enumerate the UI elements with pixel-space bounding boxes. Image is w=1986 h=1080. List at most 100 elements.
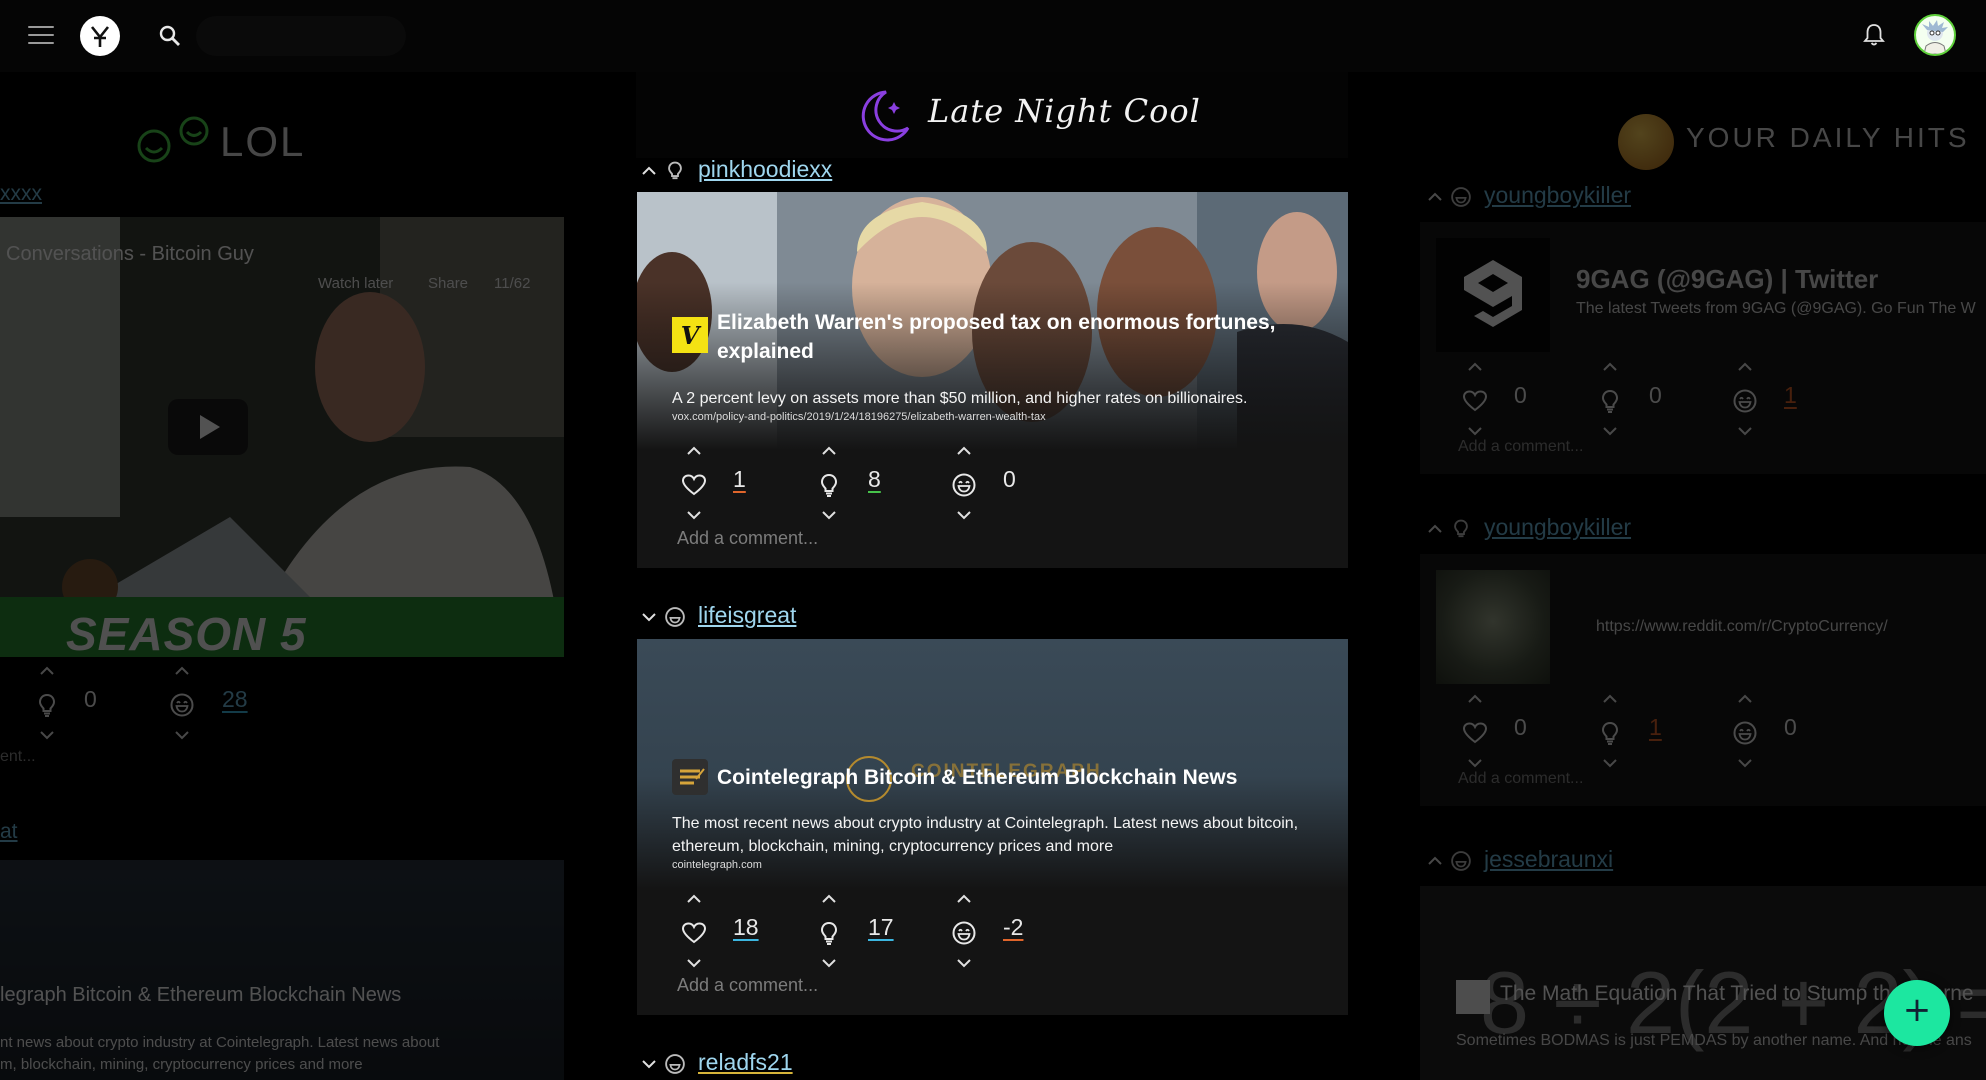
right-2-count-smile: 0 [1784, 714, 1797, 740]
post-2-vote-lightbulb[interactable] [810, 894, 850, 974]
post-1-count-smile: 0 [1003, 466, 1016, 492]
post-2-username[interactable]: lifeisgreat [698, 602, 796, 629]
watch-later-button[interactable]: Watch later [318, 275, 393, 292]
right-column: YOUR DAILY HITS youngboykiller 9GAG (@9G… [1420, 72, 1986, 1080]
post-1-title-line1[interactable]: Elizabeth Warren's proposed tax on enorm… [717, 308, 1275, 337]
play-icon[interactable] [168, 399, 248, 455]
post-2-title[interactable]: Cointelegraph Bitcoin & Ethereum Blockch… [717, 763, 1237, 792]
post-2-count-heart: 18 [733, 914, 759, 940]
post-1-count-lightbulb: 8 [868, 466, 881, 492]
downvote-icon [957, 958, 971, 968]
post-1-vote-lightbulb[interactable] [810, 446, 850, 526]
right-1-count-smile: 1 [1784, 382, 1797, 408]
lol-emoji-icon [137, 116, 209, 163]
lightbulb-icon [816, 920, 842, 946]
post-1-count-heart: 1 [733, 466, 746, 492]
left-news-desc-1: nt news about crypto industry at Cointel… [0, 1034, 440, 1051]
cointelegraph-logo-icon [672, 759, 708, 795]
downvote-icon [687, 510, 701, 520]
right-2-count-heart: 0 [1514, 714, 1527, 740]
sun-icon [1618, 114, 1674, 170]
right-2-vote-heart[interactable] [1456, 694, 1496, 774]
post-2-card[interactable]: COINTELEGRAPH Cointelegraph Bitcoin & Et… [637, 639, 1348, 1015]
heart-icon [681, 472, 707, 498]
add-post-button[interactable]: + [1884, 980, 1950, 1046]
right-1-comment-input[interactable]: Add a comment... [1458, 438, 1583, 456]
playlist-counter: 11/62 [494, 275, 531, 292]
left-vote-count-smile: 28 [222, 686, 248, 712]
downvote-icon [687, 958, 701, 968]
notification-bell-icon[interactable] [1862, 22, 1886, 48]
left-vote-bulb[interactable] [28, 666, 68, 746]
post-1-comment-input[interactable]: Add a comment... [677, 528, 818, 549]
right-1-vote-bulb[interactable] [1591, 362, 1631, 442]
upvote-icon [687, 894, 701, 904]
post-2-comment-input[interactable]: Add a comment... [677, 975, 818, 996]
right-1-vote-smile[interactable] [1726, 362, 1766, 442]
nyt-logo-icon [1456, 980, 1490, 1014]
post-2-link[interactable]: cointelegraph.com [672, 859, 762, 871]
left-column: LOL xxxx Conversations - Bitcoin Guy Wat… [0, 72, 570, 1080]
right-user-3[interactable]: jessebraunxi [1484, 846, 1613, 873]
expand-icon[interactable] [642, 612, 656, 622]
expand-icon[interactable] [642, 1059, 656, 1069]
lightbulb-category-icon [664, 160, 686, 182]
right-card-2[interactable]: https://www.reddit.com/r/CryptoCurrency/… [1420, 554, 1986, 806]
video-title: Conversations - Bitcoin Guy [6, 243, 254, 265]
video-card[interactable]: Conversations - Bitcoin Guy Watch later … [0, 217, 564, 660]
hamburger-menu-icon[interactable] [28, 26, 54, 46]
right-1-vote-heart[interactable] [1456, 362, 1496, 442]
right-card-1-desc: The latest Tweets from 9GAG (@9GAG). Go … [1576, 300, 1976, 317]
left-vote-count-bulb: 0 [84, 686, 97, 712]
right-user-2[interactable]: youngboykiller [1484, 514, 1631, 541]
right-card-1[interactable]: 9GAG (@9GAG) | Twitter The latest Tweets… [1420, 222, 1986, 474]
user-avatar[interactable] [1914, 14, 1956, 56]
post-1-vote-heart[interactable] [675, 446, 715, 526]
post-2-vote-smile[interactable] [945, 894, 985, 974]
downvote-icon [822, 958, 836, 968]
right-card-2-link[interactable]: https://www.reddit.com/r/CryptoCurrency/ [1596, 618, 1888, 636]
feed-title: Late Night Cool [928, 92, 1201, 130]
left-comment-input[interactable]: ent... [0, 748, 36, 766]
left-news-title: legraph Bitcoin & Ethereum Blockchain Ne… [0, 984, 402, 1006]
upvote-icon [957, 894, 971, 904]
post-1-card[interactable]: V Elizabeth Warren's proposed tax on eno… [637, 192, 1348, 568]
post-2-count-lightbulb: 17 [868, 914, 894, 940]
post-1-description: A 2 percent levy on assets more than $50… [672, 390, 1248, 407]
search-input[interactable] [196, 16, 406, 56]
share-button[interactable]: Share [428, 275, 468, 292]
upvote-icon [822, 446, 836, 456]
app-logo-icon[interactable] [80, 16, 120, 56]
search-icon[interactable] [158, 24, 182, 48]
downvote-icon [822, 510, 836, 520]
post-1-title-line2[interactable]: explained [717, 337, 814, 366]
right-1-count-heart: 0 [1514, 382, 1527, 408]
upvote-icon [687, 446, 701, 456]
collapse-icon[interactable] [642, 166, 656, 176]
smile-icon [951, 920, 977, 946]
heart-icon [681, 920, 707, 946]
video-thumbnail [0, 217, 564, 657]
right-2-vote-bulb[interactable] [1591, 694, 1631, 774]
post-1-username[interactable]: pinkhoodiexx [698, 156, 832, 183]
left-user-1[interactable]: xxxx [0, 182, 42, 206]
right-2-comment-input[interactable]: Add a comment... [1458, 770, 1583, 788]
left-user-2[interactable]: at [0, 820, 18, 844]
moon-icon [861, 90, 910, 142]
smile-icon [951, 472, 977, 498]
post-1-vote-smile[interactable] [945, 446, 985, 526]
post-2-count-smile: -2 [1003, 914, 1024, 940]
right-1-count-bulb: 0 [1649, 382, 1662, 408]
downvote-icon [957, 510, 971, 520]
lightbulb-icon [816, 472, 842, 498]
post-1-link[interactable]: vox.com/policy-and-politics/2019/1/24/18… [672, 411, 1046, 423]
vox-logo-icon: V [672, 317, 708, 353]
post-2-vote-heart[interactable] [675, 894, 715, 974]
right-2-vote-smile[interactable] [1726, 694, 1766, 774]
reddit-thumbnail [1436, 570, 1550, 684]
upvote-icon [957, 446, 971, 456]
right-user-1[interactable]: youngboykiller [1484, 182, 1631, 209]
left-vote-smile[interactable] [163, 666, 203, 746]
post-3-username[interactable]: reladfs21 [698, 1049, 793, 1076]
9gag-logo-icon [1436, 238, 1550, 352]
